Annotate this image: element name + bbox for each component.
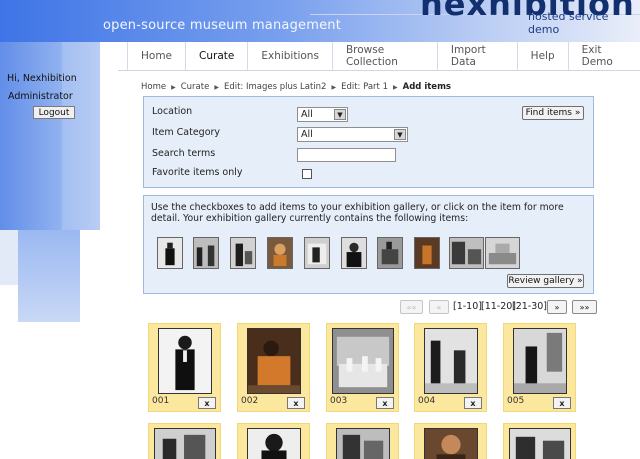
gallery-thumbnail[interactable] bbox=[267, 237, 293, 269]
decor-block-lower bbox=[18, 230, 80, 322]
remove-item-button[interactable]: x bbox=[287, 397, 305, 409]
category-label: Item Category bbox=[152, 127, 221, 138]
item-card[interactable] bbox=[326, 423, 399, 459]
site-tagline: open-source museum management bbox=[103, 18, 342, 33]
nav-divider bbox=[118, 70, 640, 71]
hosted-service-label: hosted service demo bbox=[528, 10, 609, 36]
item-card[interactable]: 003 x bbox=[326, 323, 399, 412]
item-photo[interactable] bbox=[247, 328, 301, 394]
review-gallery-button[interactable]: Review gallery » bbox=[507, 274, 584, 288]
breadcrumb-separator-icon: ▶ bbox=[171, 83, 176, 91]
gallery-instructions: Use the checkboxes to add items to your … bbox=[151, 202, 564, 224]
gallery-thumbnail[interactable] bbox=[377, 237, 403, 269]
decor-block-pale bbox=[0, 230, 18, 285]
breadcrumb-edit-part[interactable]: Edit: Part 1 bbox=[341, 82, 388, 92]
user-role: Administrator bbox=[8, 91, 73, 102]
category-select[interactable]: All ▼ bbox=[297, 127, 408, 142]
prev-page-button[interactable]: « bbox=[429, 300, 449, 314]
item-photo[interactable] bbox=[424, 428, 478, 459]
breadcrumb-separator-icon: ▶ bbox=[393, 83, 398, 91]
logout-button[interactable]: Logout bbox=[33, 106, 75, 119]
search-panel: Location All ▼ Find items » Item Categor… bbox=[143, 96, 594, 188]
item-number: 005 bbox=[507, 396, 525, 406]
gallery-thumbnail[interactable] bbox=[193, 237, 219, 269]
site-header: open-source museum management nexhibitio… bbox=[0, 0, 640, 42]
nav-help[interactable]: Help bbox=[516, 42, 568, 70]
item-card[interactable] bbox=[237, 423, 310, 459]
nav-browse-collection[interactable]: Browse Collection bbox=[331, 42, 437, 70]
item-number: 004 bbox=[418, 396, 436, 406]
search-terms-label: Search terms bbox=[152, 148, 216, 159]
last-page-button[interactable]: »» bbox=[572, 300, 597, 314]
item-number: 003 bbox=[330, 396, 348, 406]
location-select[interactable]: All ▼ bbox=[297, 107, 348, 122]
item-number: 001 bbox=[152, 396, 170, 406]
remove-item-button[interactable]: x bbox=[376, 397, 394, 409]
favorites-label: Favorite items only bbox=[152, 167, 243, 178]
item-card[interactable]: 005 x bbox=[503, 323, 576, 412]
breadcrumb-separator-icon: ▶ bbox=[331, 83, 337, 91]
gallery-panel: Use the checkboxes to add items to your … bbox=[143, 195, 594, 294]
item-card[interactable] bbox=[148, 423, 221, 459]
item-card[interactable] bbox=[503, 423, 576, 459]
item-photo[interactable] bbox=[513, 328, 567, 394]
gallery-thumbnail[interactable] bbox=[304, 237, 330, 269]
breadcrumb-separator-icon: ▶ bbox=[214, 83, 219, 91]
category-select-value: All bbox=[301, 129, 313, 140]
next-page-button[interactable]: » bbox=[547, 300, 567, 314]
breadcrumb-home[interactable]: Home bbox=[141, 82, 166, 92]
chevron-down-icon: ▼ bbox=[394, 129, 406, 140]
remove-item-button[interactable]: x bbox=[198, 397, 216, 409]
item-card[interactable]: 002 x bbox=[237, 323, 310, 412]
breadcrumb-curate[interactable]: Curate bbox=[181, 82, 210, 92]
item-photo[interactable] bbox=[247, 428, 301, 459]
chevron-down-icon: ▼ bbox=[334, 109, 346, 120]
nav-curate[interactable]: Curate bbox=[185, 42, 247, 70]
item-photo[interactable] bbox=[154, 428, 216, 459]
breadcrumb-current: Add items bbox=[402, 82, 451, 92]
location-select-value: All bbox=[301, 109, 313, 120]
item-card[interactable] bbox=[414, 423, 487, 459]
gallery-thumbnail[interactable] bbox=[230, 237, 256, 269]
item-photo[interactable] bbox=[336, 428, 390, 459]
favorites-checkbox[interactable] bbox=[302, 169, 312, 179]
page-range-11-20[interactable]: [11-20] bbox=[481, 301, 516, 312]
item-card[interactable]: 004 x bbox=[414, 323, 487, 412]
breadcrumb-edit-exhibition[interactable]: Edit: Images plus Latin2 bbox=[224, 82, 327, 92]
page-range-current: [1-10] bbox=[453, 301, 482, 312]
find-items-button[interactable]: Find items » bbox=[522, 106, 584, 120]
breadcrumb: Home ▶ Curate ▶ Edit: Images plus Latin2… bbox=[141, 82, 451, 92]
gallery-thumbnail[interactable] bbox=[157, 237, 183, 269]
remove-item-button[interactable]: x bbox=[464, 397, 482, 409]
main-nav: Home Curate Exhibitions Browse Collectio… bbox=[127, 42, 640, 70]
gallery-thumbnail[interactable] bbox=[414, 237, 440, 269]
item-photo[interactable] bbox=[509, 428, 571, 459]
item-photo[interactable] bbox=[424, 328, 478, 394]
nav-home[interactable]: Home bbox=[127, 42, 185, 70]
location-label: Location bbox=[152, 106, 193, 117]
nav-import-data[interactable]: Import Data bbox=[436, 42, 517, 70]
item-number: 002 bbox=[241, 396, 259, 406]
search-terms-input[interactable] bbox=[297, 148, 396, 162]
first-page-button[interactable]: «« bbox=[400, 300, 423, 314]
gallery-thumbnail[interactable] bbox=[341, 237, 367, 269]
user-greeting: Hi, Nexhibition bbox=[7, 73, 77, 84]
nav-exit-demo[interactable]: Exit Demo bbox=[567, 42, 640, 70]
item-card[interactable]: 001 x bbox=[148, 323, 221, 412]
gallery-thumbnail[interactable] bbox=[449, 237, 484, 269]
page-range-21-30[interactable]: [21-30] bbox=[512, 301, 547, 312]
item-photo[interactable] bbox=[158, 328, 212, 394]
item-photo[interactable] bbox=[332, 328, 394, 394]
remove-item-button[interactable]: x bbox=[553, 397, 571, 409]
nav-exhibitions[interactable]: Exhibitions bbox=[247, 42, 332, 70]
gallery-thumbnail[interactable] bbox=[485, 237, 520, 269]
